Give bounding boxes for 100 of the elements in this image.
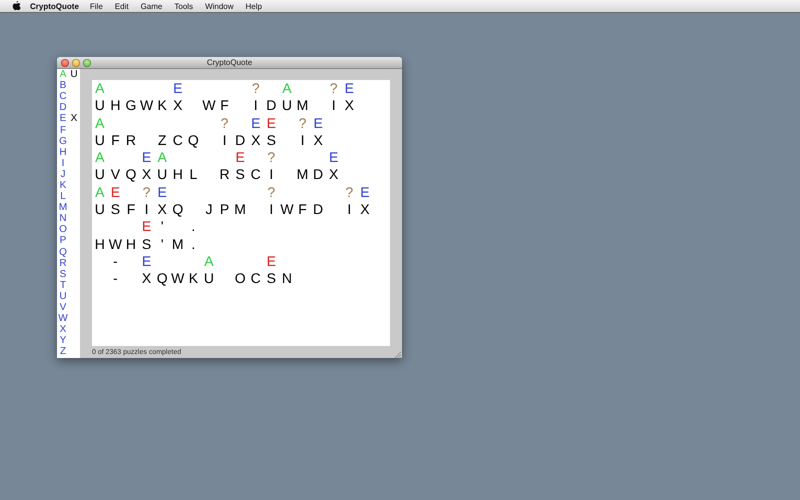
cipher-letter[interactable]: I	[332, 97, 336, 114]
cipher-letter[interactable]: M	[296, 97, 308, 114]
alphabet-letter[interactable]: Z	[57, 346, 69, 358]
alphabet-letter[interactable]: T	[57, 280, 69, 291]
cipher-letter[interactable]: M	[296, 166, 308, 182]
cipher-letter[interactable]: U	[94, 132, 105, 148]
cipher-letter[interactable]: G	[126, 97, 136, 114]
cipher-letter[interactable]: C	[250, 166, 261, 182]
cipher-letter[interactable]: K	[158, 97, 167, 114]
cipher-letter[interactable]: R	[126, 132, 136, 148]
cipher-letter[interactable]: Q	[156, 270, 168, 286]
cipher-letter[interactable]: O	[234, 270, 246, 286]
cipher-letter[interactable]: X	[158, 201, 167, 218]
guess-letter[interactable]: E	[266, 252, 276, 269]
cipher-letter[interactable]: D	[313, 201, 324, 218]
cipher-letter[interactable]: I	[347, 201, 352, 218]
cipher-letter[interactable]: U	[94, 201, 105, 218]
menu-item[interactable]: Edit	[114, 2, 129, 10]
cipher-letter[interactable]: I	[144, 201, 149, 218]
cipher-letter[interactable]: S	[235, 166, 245, 182]
cipher-letter[interactable]: X	[313, 132, 323, 148]
alphabet-letter[interactable]: N	[57, 213, 69, 224]
guess-letter[interactable]: E	[173, 80, 182, 96]
guess-letter[interactable]: E	[142, 218, 152, 234]
guess-letter[interactable]: E	[266, 114, 276, 131]
alphabet-letter[interactable]: J	[57, 168, 69, 180]
cipher-letter[interactable]: I	[300, 132, 304, 148]
guess-letter[interactable]: E	[360, 184, 370, 200]
cipher-letter[interactable]: W	[140, 97, 154, 114]
cipher-letter[interactable]: S	[266, 132, 276, 148]
minimize-button[interactable]	[72, 58, 80, 66]
cipher-letter[interactable]: U	[94, 166, 105, 182]
cipher-letter[interactable]: X	[360, 201, 370, 218]
close-button[interactable]	[61, 58, 69, 66]
cipher-letter[interactable]: X	[142, 166, 152, 182]
cipher-letter[interactable]: .	[191, 236, 196, 252]
cipher-letter[interactable]: U	[157, 166, 168, 182]
alphabet-letter[interactable]: R	[57, 258, 69, 269]
cipher-letter[interactable]: N	[282, 270, 292, 286]
cipher-letter[interactable]: U	[282, 97, 292, 114]
cipher-letter[interactable]: '	[160, 236, 164, 252]
cipher-letter[interactable]: Z	[158, 132, 166, 148]
cipher-letter[interactable]: V	[110, 166, 120, 182]
cipher-letter[interactable]: I	[269, 201, 274, 218]
alphabet-letter[interactable]: C	[57, 91, 69, 102]
guess-letter[interactable]: E	[158, 184, 167, 200]
cipher-letter[interactable]: D	[313, 166, 324, 182]
cipher-letter[interactable]: W	[171, 270, 184, 286]
cipher-letter[interactable]: L	[189, 166, 198, 182]
alphabet-letter[interactable]: L	[57, 191, 69, 202]
guess-letter[interactable]: E	[142, 149, 152, 166]
cipher-letter[interactable]: D	[266, 97, 276, 114]
guess-letter[interactable]: E	[110, 184, 120, 200]
alphabet-letter[interactable]: V	[57, 302, 69, 314]
app-menu[interactable]: CryptoQuote	[30, 2, 79, 10]
cipher-letter[interactable]: C	[172, 132, 183, 148]
guess-letter[interactable]: E	[251, 114, 260, 131]
guess-letter[interactable]: .	[191, 218, 196, 234]
guess-letter[interactable]: E	[313, 114, 323, 131]
alphabet-letter[interactable]: O	[57, 224, 69, 236]
guess-letter[interactable]: ?	[298, 114, 306, 131]
menu-item[interactable]: File	[90, 2, 103, 10]
guess-letter[interactable]: ?	[142, 184, 150, 200]
cipher-letter[interactable]: D	[235, 132, 246, 148]
cipher-letter[interactable]: X	[251, 132, 260, 148]
cipher-letter[interactable]: X	[329, 166, 338, 182]
cipher-letter[interactable]: X	[344, 97, 354, 114]
resize-grip-icon[interactable]	[394, 351, 401, 358]
zoom-button[interactable]	[83, 58, 91, 66]
cipher-letter[interactable]: S	[266, 270, 276, 286]
cipher-letter[interactable]: H	[110, 97, 120, 114]
menu-item[interactable]: Game	[140, 2, 162, 10]
cipher-letter[interactable]: P	[220, 201, 230, 218]
alphabet-letter[interactable]: G	[57, 136, 69, 147]
cipher-letter[interactable]: -	[113, 270, 118, 286]
alphabet-letter[interactable]: I	[57, 158, 69, 169]
cipher-letter[interactable]: Q	[126, 166, 136, 182]
alphabet-letter[interactable]: B	[57, 80, 69, 92]
alphabet-letter[interactable]: W	[57, 313, 69, 324]
cipher-letter[interactable]: F	[126, 201, 136, 218]
menu-item[interactable]: Window	[205, 2, 234, 10]
cipher-letter[interactable]: W	[108, 236, 122, 252]
alphabet-letter[interactable]: F	[57, 124, 69, 136]
guess-letter[interactable]: E	[344, 80, 354, 96]
menu-item[interactable]: Help	[246, 2, 262, 10]
cipher-letter[interactable]: I	[254, 97, 258, 114]
alphabet-letter[interactable]: P	[57, 235, 69, 246]
cipher-letter[interactable]: J	[205, 201, 212, 218]
cipher-letter[interactable]: R	[219, 166, 230, 182]
guess-letter[interactable]: E	[142, 252, 152, 269]
cipher-letter[interactable]: Q	[172, 201, 184, 218]
alphabet-letter[interactable]: Q	[57, 246, 69, 258]
cipher-letter[interactable]: S	[142, 236, 152, 252]
guess-letter[interactable]: '	[160, 218, 164, 234]
cipher-letter[interactable]: F	[111, 132, 120, 148]
alphabet-letter[interactable]: M	[57, 202, 69, 214]
cipher-letter[interactable]: W	[202, 97, 216, 114]
cipher-letter[interactable]: K	[188, 270, 198, 286]
guess-letter[interactable]: ?	[267, 184, 276, 200]
cipher-letter[interactable]: I	[222, 132, 226, 148]
